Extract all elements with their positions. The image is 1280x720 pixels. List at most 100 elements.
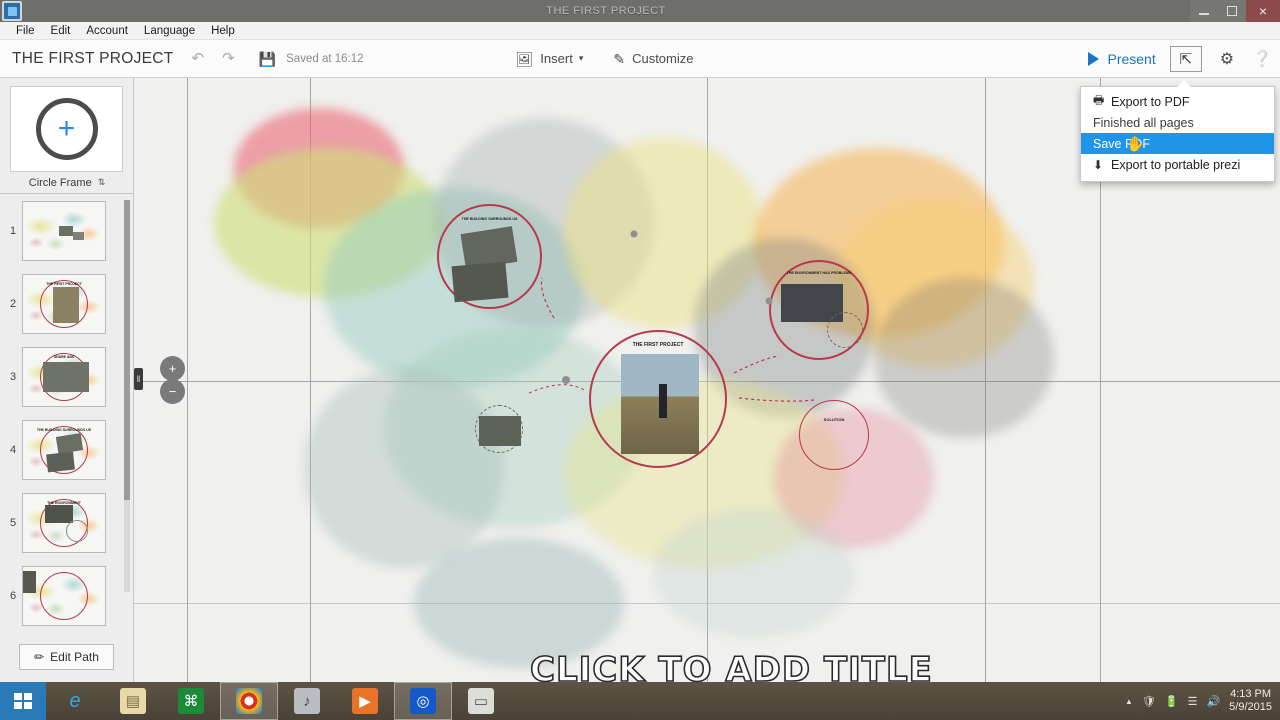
- list-item[interactable]: 2 THE FIRST PROJECT: [0, 267, 134, 340]
- menu-item-language[interactable]: Language: [136, 22, 203, 40]
- list-item[interactable]: 5 THE ENVIRONMENT: [0, 486, 134, 559]
- thumbnail-scrollbar[interactable]: [124, 200, 130, 592]
- thumb-number: 6: [9, 589, 17, 602]
- video-player-icon[interactable]: ▶: [336, 682, 394, 720]
- zoom-slider-handle[interactable]: ‖: [134, 368, 143, 390]
- menu-item-edit[interactable]: Edit: [43, 22, 79, 40]
- minimize-button[interactable]: [1190, 0, 1218, 22]
- frame-photo[interactable]: [451, 261, 509, 303]
- menu-export-to-pdf-label: Export to PDF: [1111, 94, 1190, 109]
- thumbnail-5[interactable]: THE ENVIRONMENT: [22, 492, 106, 553]
- share-icon[interactable]: ⇱: [1169, 45, 1202, 72]
- internet-explorer-icon[interactable]: e: [46, 682, 104, 720]
- thumb-title: SHARE ABS: [53, 354, 75, 359]
- volume-icon[interactable]: 🔊: [1206, 695, 1220, 708]
- saved-status: Saved at 16:12: [286, 52, 364, 65]
- menu-export-to-pdf[interactable]: 🖶 Export to PDF: [1081, 91, 1274, 112]
- menu-export-portable-prezi[interactable]: ⬇ Export to portable prezi: [1081, 154, 1274, 175]
- save-icon[interactable]: 💾: [259, 52, 276, 66]
- frame-type-selector[interactable]: Circle Frame ⇅: [0, 172, 133, 194]
- thumb-number: 5: [9, 516, 17, 529]
- frame-nested-small[interactable]: [827, 312, 863, 348]
- edit-path-button[interactable]: ✏ Edit Path: [19, 644, 114, 670]
- file-explorer-icon[interactable]: ▤: [104, 682, 162, 720]
- thumbnail-1[interactable]: [22, 200, 106, 261]
- thumbnail-3[interactable]: SHARE ABS: [22, 346, 106, 407]
- network-icon[interactable]: ☰: [1188, 695, 1198, 708]
- tray-expand-icon[interactable]: ▲: [1125, 697, 1133, 706]
- ie-glyph: e: [69, 689, 81, 712]
- customize-label: Customize: [632, 51, 694, 66]
- insert-icon: 🖼: [515, 50, 534, 67]
- media-glyph: ♪: [294, 688, 320, 714]
- toolbar-right-group: Present ⇱ ⚙ ❔: [1088, 45, 1280, 72]
- menu-item-file[interactable]: File: [8, 22, 43, 40]
- scrollbar-thumb[interactable]: [124, 200, 130, 500]
- projector-icon[interactable]: ▭: [452, 682, 510, 720]
- frame-outline-small: [66, 519, 89, 542]
- frame-small-bottom[interactable]: [475, 405, 523, 453]
- thumb-photo: [73, 231, 84, 240]
- menu-finished-all-pages-label: Finished all pages: [1093, 115, 1194, 130]
- thumb-photo: [46, 451, 75, 472]
- thumbnail-4[interactable]: THE BUILDING SURROUNDS US: [22, 419, 106, 480]
- main-toolbar: THE FIRST PROJECT ↶ ↷ 💾 Saved at 16:12 🖼…: [0, 40, 1280, 78]
- windows-start-icon[interactable]: [0, 682, 46, 720]
- video-glyph: ▶: [352, 688, 378, 714]
- maximize-button[interactable]: [1218, 0, 1246, 22]
- redo-icon[interactable]: ↷: [222, 51, 235, 66]
- edit-path-label: Edit Path: [50, 650, 99, 664]
- frame-tool-button[interactable]: +: [10, 86, 123, 172]
- frame-small-right[interactable]: SOLUTION: [799, 400, 869, 470]
- frame-building[interactable]: THE BUILDING SURROUNDS US: [437, 204, 542, 309]
- list-item[interactable]: 6: [0, 559, 134, 632]
- projector-glyph: ▭: [468, 688, 494, 714]
- close-button[interactable]: ×: [1246, 0, 1280, 22]
- window-controls: ×: [1190, 0, 1280, 22]
- menu-item-help[interactable]: Help: [203, 22, 243, 40]
- clock-time: 4:13 PM: [1230, 688, 1272, 700]
- thumbnail-2[interactable]: THE FIRST PROJECT: [22, 273, 106, 334]
- customize-button[interactable]: ✎ Customize: [613, 51, 693, 66]
- thumbnail-6[interactable]: [22, 565, 106, 626]
- page-title[interactable]: CLICK TO ADD TITLE: [529, 649, 933, 682]
- menu-item-account[interactable]: Account: [78, 22, 136, 40]
- battery-icon[interactable]: 🔋: [1165, 695, 1179, 708]
- list-item[interactable]: 3 SHARE ABS: [0, 340, 134, 413]
- thumb-number: 4: [9, 443, 17, 456]
- list-item[interactable]: 1: [0, 194, 134, 267]
- gear-icon[interactable]: ⚙: [1220, 49, 1234, 69]
- zoom-out-button[interactable]: −: [160, 379, 185, 404]
- chrome-icon[interactable]: [220, 682, 278, 720]
- security-icon[interactable]: 🛡: [1142, 695, 1156, 708]
- present-button[interactable]: Present: [1088, 51, 1156, 67]
- chevron-down-icon: ▾: [578, 53, 584, 63]
- frame-environment[interactable]: THE ENVIRONMENT HAS PROBLEMS: [769, 260, 869, 360]
- printer-icon: 🖶: [1093, 93, 1105, 107]
- prezi-app-icon: [2, 1, 22, 21]
- windows-taskbar: e ▤ ⌘ ♪ ▶ ◎ ▭ ▲ 🛡 🔋 ☰ 🔊 4:13 PM 5/9/2015: [0, 682, 1280, 720]
- play-icon: [1088, 51, 1100, 66]
- store-icon[interactable]: ⌘: [162, 682, 220, 720]
- undo-icon[interactable]: ↶: [192, 51, 205, 66]
- pencil-icon: ✏: [34, 650, 45, 664]
- clock-date: 5/9/2015: [1229, 701, 1272, 713]
- frame-photo[interactable]: [621, 354, 699, 454]
- media-player-icon[interactable]: ♪: [278, 682, 336, 720]
- help-icon[interactable]: ❔: [1252, 49, 1272, 69]
- frame-photo[interactable]: [479, 416, 521, 446]
- list-item[interactable]: 4 THE BUILDING SURROUNDS US: [0, 413, 134, 486]
- insert-button[interactable]: 🖼 Insert ▾: [516, 51, 584, 66]
- frame-environment-title: THE ENVIRONMENT HAS PROBLEMS: [786, 271, 852, 275]
- frame-main-title: THE FIRST PROJECT: [632, 342, 684, 348]
- taskbar-clock[interactable]: 4:13 PM 5/9/2015: [1229, 688, 1272, 714]
- store-glyph: ⌘: [178, 688, 204, 714]
- system-tray: ▲ 🛡 🔋 ☰ 🔊 4:13 PM 5/9/2015: [1125, 688, 1280, 714]
- menu-save-pdf[interactable]: Save PDF ✋: [1081, 133, 1274, 154]
- updown-spinner-icon: ⇅: [97, 177, 105, 187]
- left-sidebar: + Circle Frame ⇅ 1 2 THE FIRST PROJECT 3…: [0, 78, 134, 682]
- zoom-in-button[interactable]: +: [160, 356, 185, 381]
- prezi-icon[interactable]: ◎: [394, 682, 452, 720]
- frame-main[interactable]: THE FIRST PROJECT: [589, 330, 727, 468]
- thumb-photo: [45, 504, 73, 523]
